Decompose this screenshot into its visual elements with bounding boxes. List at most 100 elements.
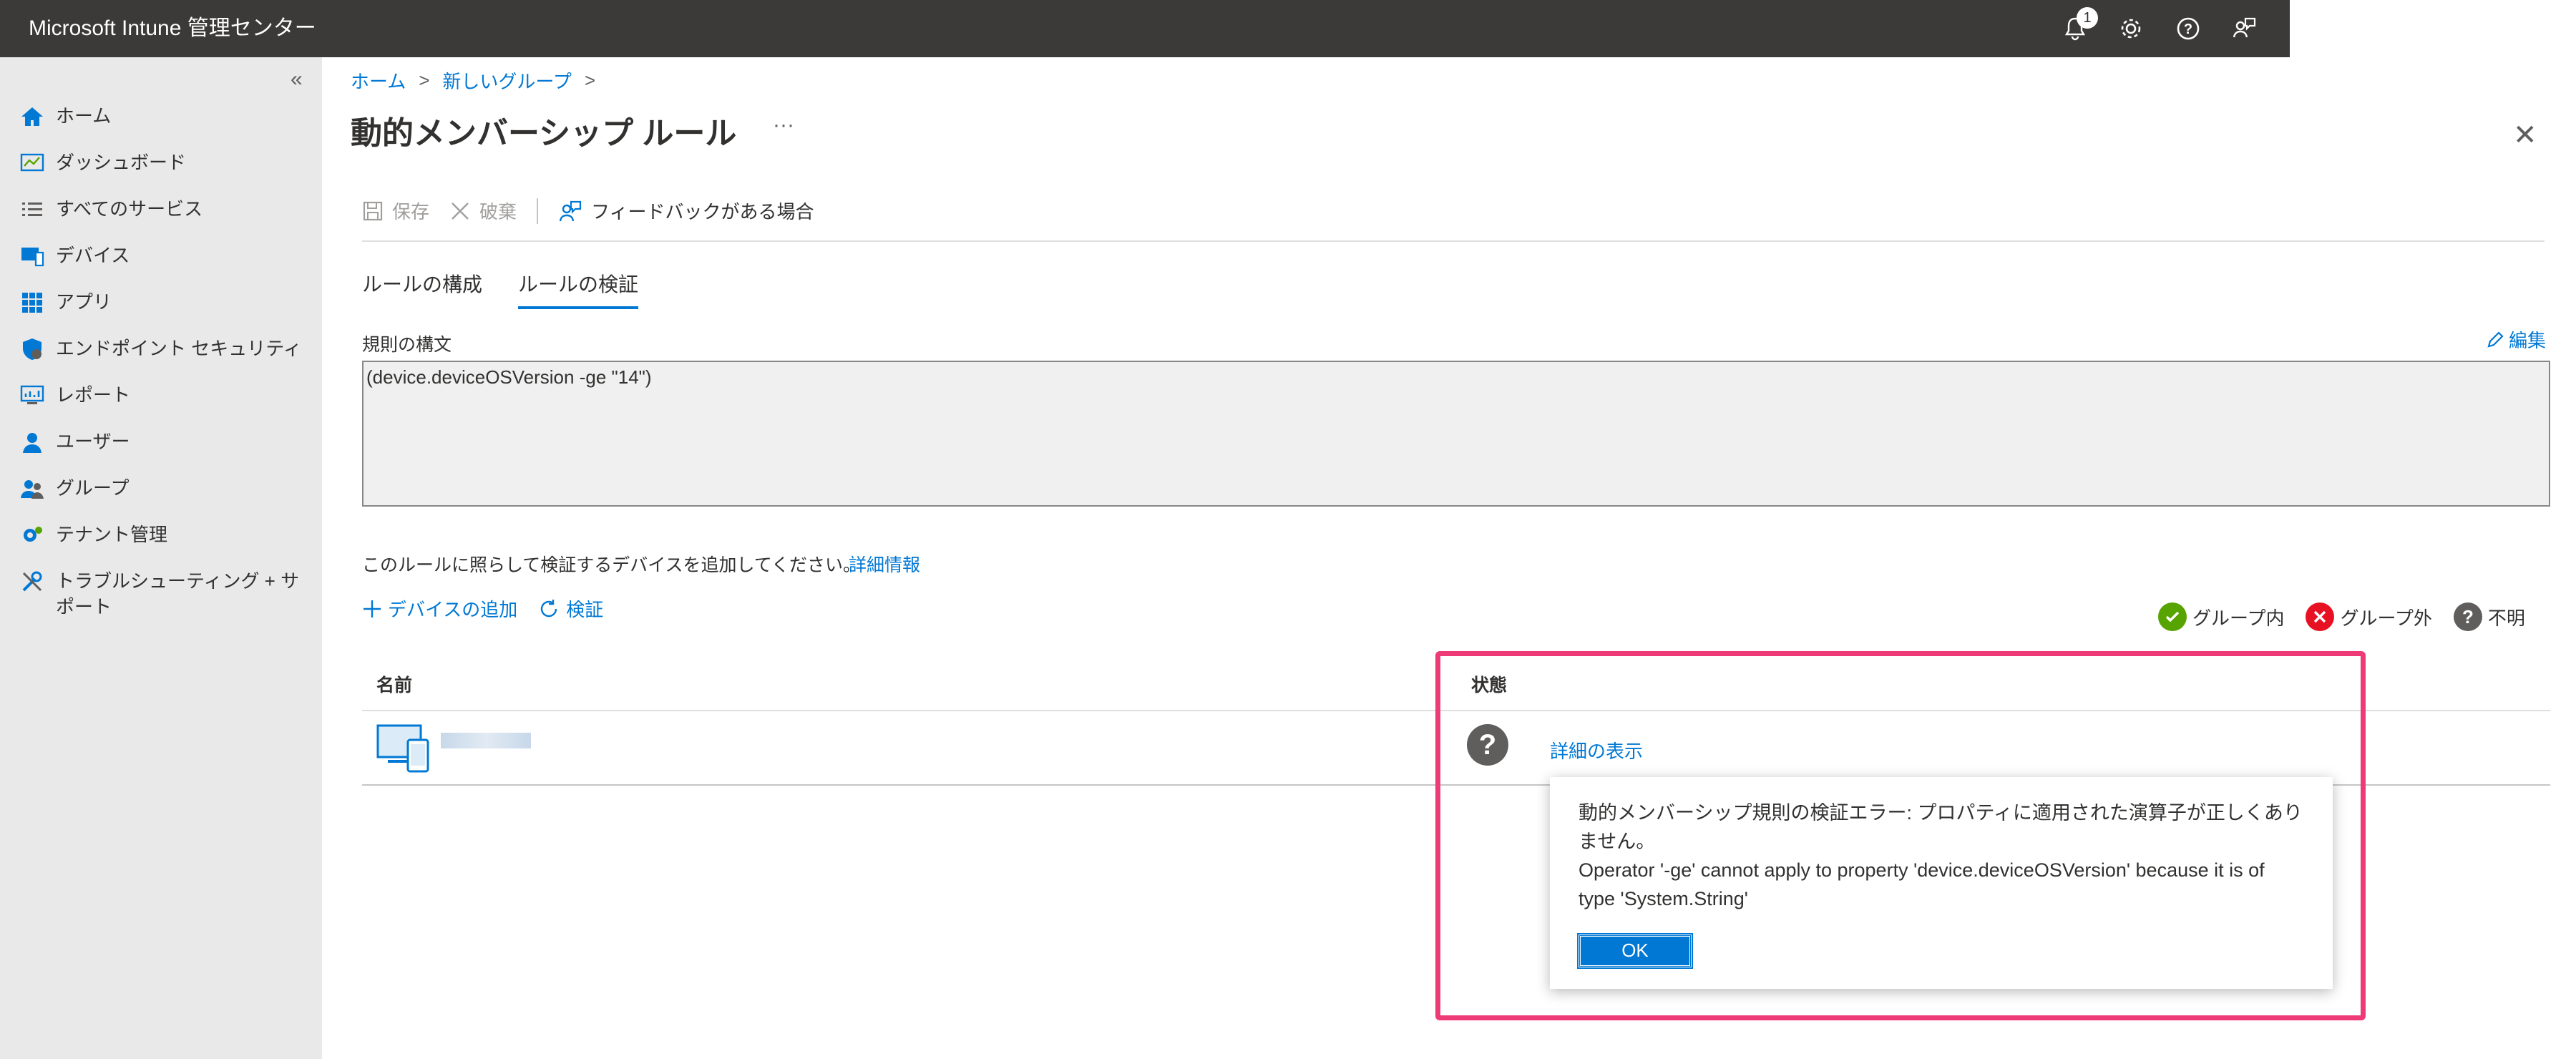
save-button[interactable]: 保存 <box>362 197 429 224</box>
feedback-icon <box>2233 17 2256 38</box>
help-icon: ? <box>2177 17 2200 40</box>
legend-out-group: グループ外 <box>2306 602 2432 631</box>
edit-button[interactable]: 編集 <box>2486 326 2546 353</box>
gear-icon <box>2121 19 2141 39</box>
svg-text:?: ? <box>2184 21 2192 37</box>
apps-grid-icon <box>19 289 46 316</box>
validate-button[interactable]: 検証 <box>537 595 603 622</box>
sidebar-item-troubleshooting[interactable]: トラブルシューティング + サポート <box>19 568 305 620</box>
error-message-en: Operator '-ge' cannot apply to property … <box>1579 859 2265 909</box>
legend-label: 不明 <box>2487 607 2525 629</box>
sidebar-item-users[interactable]: ユーザー <box>19 429 130 456</box>
legend-label: グループ外 <box>2340 607 2432 629</box>
checkmark-icon <box>2158 602 2187 631</box>
sidebar-item-label: すべてのサービス <box>56 198 203 220</box>
breadcrumb: ホーム > 新しいグループ > <box>351 67 595 94</box>
show-details-link[interactable]: 詳細の表示 <box>1550 737 1643 763</box>
sidebar-item-label: エンドポイント セキュリティ <box>56 338 302 359</box>
legend-in-group: グループ内 <box>2158 602 2284 631</box>
question-icon: ? <box>2453 602 2482 631</box>
sidebar-item-devices[interactable]: デバイス <box>19 243 130 270</box>
refresh-icon <box>537 597 560 620</box>
sidebar-item-reports[interactable]: レポート <box>19 382 130 409</box>
help-button[interactable]: ? <box>2171 11 2205 46</box>
feedback-button[interactable] <box>2227 11 2261 46</box>
sidebar-item-label: レポート <box>56 384 131 406</box>
collapse-sidebar-button[interactable]: « <box>291 67 303 92</box>
rule-syntax-textbox[interactable]: (device.deviceOSVersion -ge "14") <box>362 361 2550 507</box>
breadcrumb-home-link[interactable]: ホーム <box>351 67 406 94</box>
column-header-name[interactable]: 名前 <box>376 671 412 697</box>
validate-label: 検証 <box>566 599 604 620</box>
edit-label: 編集 <box>2509 330 2547 351</box>
user-icon <box>19 429 46 456</box>
sidebar-item-label: デバイス <box>56 245 130 266</box>
tab-rule-validation[interactable]: ルールの検証 <box>518 269 639 309</box>
legend-unknown: ? 不明 <box>2453 602 2525 631</box>
save-icon <box>362 200 384 222</box>
group-icon <box>19 475 46 502</box>
more-info-link[interactable]: 詳細情報 <box>849 551 920 577</box>
top-bar-background: Microsoft Intune 管理センター 1 ? <box>0 0 2290 57</box>
ok-button[interactable]: OK <box>1577 933 1693 969</box>
tab-rule-configuration[interactable]: ルールの構成 <box>362 269 482 309</box>
wrench-icon <box>19 568 46 595</box>
app-title[interactable]: Microsoft Intune 管理センター <box>29 14 316 43</box>
validation-error-popup: 動的メンバーシップ規則の検証エラー: プロパティに適用された演算子が正しくありま… <box>1550 777 2333 989</box>
sidebar-item-label: テナント管理 <box>56 524 168 545</box>
list-icon <box>19 196 46 223</box>
feedback-icon <box>558 200 582 223</box>
status-unknown-icon: ? <box>1467 724 1508 766</box>
dashboard-icon <box>19 150 46 177</box>
sidebar-item-groups[interactable]: グループ <box>19 475 129 502</box>
close-button[interactable]: ✕ <box>2513 119 2537 152</box>
sidebar-item-all-services[interactable]: すべてのサービス <box>19 196 203 223</box>
sidebar-item-dashboard[interactable]: ダッシュボード <box>19 150 186 177</box>
notifications-button[interactable]: 1 <box>2058 7 2098 46</box>
breadcrumb-group-link[interactable]: 新しいグループ <box>442 67 571 94</box>
sidebar-item-label: ダッシュボード <box>56 152 187 173</box>
feedback-label: フィードバックがある場合 <box>591 201 814 223</box>
sidebar-item-label: グループ <box>56 477 130 499</box>
sidebar-item-label: トラブルシューティング + サポート <box>56 570 300 618</box>
device-icon <box>19 243 46 270</box>
sidebar-item-label: アプリ <box>56 291 112 313</box>
rule-syntax-label: 規則の構文 <box>362 335 452 355</box>
device-row-icon <box>376 723 434 776</box>
settings-button[interactable] <box>2114 11 2148 46</box>
sidebar-item-endpoint-security[interactable]: エンドポイント セキュリティ <box>19 336 302 363</box>
sidebar-item-apps[interactable]: アプリ <box>19 289 112 316</box>
legend-label: グループ内 <box>2192 607 2285 629</box>
plus-icon <box>362 599 382 619</box>
breadcrumb-separator: > <box>419 69 430 91</box>
sidebar: « ホーム ダッシュボード すべてのサービス デバイス アプリ エンドポイント … <box>0 57 322 1059</box>
main-content: ホーム > 新しいグループ > 動的メンバーシップ ルール ··· ✕ 保存 破… <box>322 57 2576 1059</box>
pencil-icon <box>2487 331 2504 348</box>
device-name-redacted[interactable] <box>441 733 531 748</box>
sidebar-item-home[interactable]: ホーム <box>19 103 111 130</box>
discard-label: 破棄 <box>479 201 517 223</box>
more-options-button[interactable]: ··· <box>773 113 794 137</box>
discard-button[interactable]: 破棄 <box>449 197 517 224</box>
report-icon <box>19 382 46 409</box>
breadcrumb-separator: > <box>584 69 596 91</box>
tenant-gear-icon <box>19 522 46 549</box>
error-message-ja: 動的メンバーシップ規則の検証エラー: プロパティに適用された演算子が正しくありま… <box>1579 802 2303 852</box>
notification-count-badge: 1 <box>2077 7 2098 29</box>
toolbar-divider-line <box>362 240 2545 242</box>
feedback-toolbar-button[interactable]: フィードバックがある場合 <box>558 197 814 224</box>
sidebar-item-label: ユーザー <box>56 431 130 452</box>
save-label: 保存 <box>392 201 430 223</box>
toolbar-divider <box>537 197 539 224</box>
sidebar-item-label: ホーム <box>56 105 112 127</box>
add-device-button[interactable]: デバイスの追加 <box>362 595 517 622</box>
add-device-label: デバイスの追加 <box>388 599 518 620</box>
tab-bar: ルールの構成 ルールの検証 <box>362 269 639 309</box>
home-icon <box>19 103 46 130</box>
validation-actions: デバイスの追加 検証 <box>362 595 623 622</box>
sidebar-item-tenant-admin[interactable]: テナント管理 <box>19 522 167 549</box>
top-bar: Microsoft Intune 管理センター 1 ? <box>0 0 2576 57</box>
shield-icon <box>19 336 46 363</box>
toolbar: 保存 破棄 フィードバックがある場合 <box>362 197 834 224</box>
status-legend: グループ内 グループ外 ? 不明 <box>2158 602 2547 631</box>
